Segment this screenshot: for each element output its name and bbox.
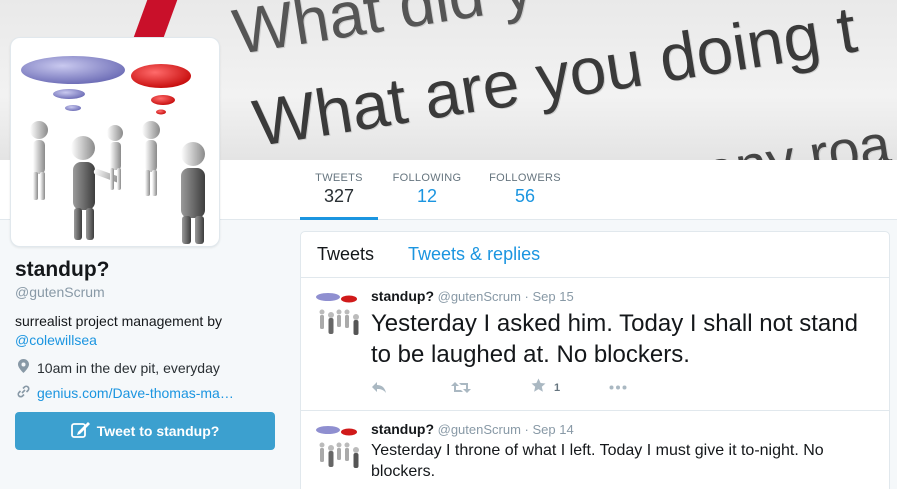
profile-website-row: genius.com/Dave-thomas-ma… (15, 385, 285, 401)
tweet-author-name[interactable]: standup? (371, 421, 434, 437)
tweet-text: Yesterday I asked him. Today I shall not… (371, 310, 858, 368)
tweet-to-button-label: Tweet to standup? (96, 423, 220, 439)
tweet-text: Yesterday I throne of what I left. Today… (371, 442, 824, 480)
retweet-icon[interactable] (451, 381, 531, 394)
standup-figures-image (21, 56, 205, 244)
more-icon[interactable] (609, 385, 627, 390)
tweet-separator: · (524, 289, 529, 304)
tweet-to-button[interactable]: Tweet to standup? (15, 412, 275, 450)
reply-icon[interactable] (371, 381, 451, 394)
timeline-tabs: Tweets Tweets & replies (301, 232, 889, 278)
profile-handle[interactable]: @gutenScrum (15, 284, 285, 300)
favorite-count: 1 (554, 381, 561, 394)
nav-following-label: FOLLOWING (392, 172, 462, 184)
star-icon (531, 378, 546, 397)
tab-tweets-replies[interactable]: Tweets & replies (408, 244, 540, 265)
profile-bio-text: surrealist project management by (15, 313, 222, 329)
tweet-item[interactable]: standup? @gutenScrum · Sep 14 Yesterday … (301, 411, 889, 489)
profile-bio: surrealist project management by @colewi… (15, 312, 285, 350)
tweet-author-handle[interactable]: @gutenScrum (438, 289, 521, 304)
profile-bio-link[interactable]: @colewillsea (15, 332, 97, 348)
nav-followers-label: FOLLOWERS (489, 172, 561, 184)
tweet-item[interactable]: standup? @gutenScrum · Sep 15 Yesterday … (301, 278, 889, 411)
nav-following[interactable]: FOLLOWING 12 (388, 172, 466, 207)
tweet-content: standup? @gutenScrum · Sep 15 Yesterday … (371, 288, 876, 370)
tweet-avatar[interactable] (314, 423, 362, 471)
tweet-author-handle[interactable]: @gutenScrum (438, 422, 521, 437)
nav-following-count: 12 (416, 186, 438, 206)
tweet-author-name[interactable]: standup? (371, 288, 434, 304)
profile-website[interactable]: genius.com/Dave-thomas-ma… (37, 385, 234, 401)
nav-followers[interactable]: FOLLOWERS 56 (486, 172, 564, 207)
tweet-separator: · (524, 422, 529, 437)
timeline: Tweets Tweets & replies standup? @gutenS… (300, 231, 890, 489)
profile-location-row: 10am in the dev pit, everyday (15, 359, 285, 376)
tweet-header: standup? @gutenScrum · Sep 15 (371, 288, 876, 304)
profile-name[interactable]: standup? (15, 258, 285, 282)
profile-card: standup? @gutenScrum surrealist project … (15, 258, 285, 401)
banner-text-line3: any roa (700, 111, 895, 160)
map-pin-icon (15, 359, 31, 376)
tweet-date[interactable]: Sep 15 (533, 289, 574, 304)
tweet-header: standup? @gutenScrum · Sep 14 (371, 421, 876, 437)
favorite-button[interactable]: 1 (531, 378, 609, 397)
compose-icon (70, 420, 91, 443)
tweet-date[interactable]: Sep 14 (533, 422, 574, 437)
tweet-actions: 1 (371, 378, 627, 397)
nav-followers-count: 56 (514, 186, 536, 206)
tab-tweets[interactable]: Tweets (317, 244, 374, 265)
profile-avatar[interactable] (10, 37, 220, 247)
link-icon (15, 385, 31, 401)
tweet-content: standup? @gutenScrum · Sep 14 Yesterday … (371, 421, 876, 482)
nav-tweets-label: TWEETS (315, 172, 363, 184)
profile-location: 10am in the dev pit, everyday (37, 359, 220, 376)
nav-tweets-count: 327 (323, 186, 355, 206)
nav-tweets[interactable]: TWEETS 327 (300, 172, 378, 220)
tweet-avatar[interactable] (314, 290, 362, 338)
